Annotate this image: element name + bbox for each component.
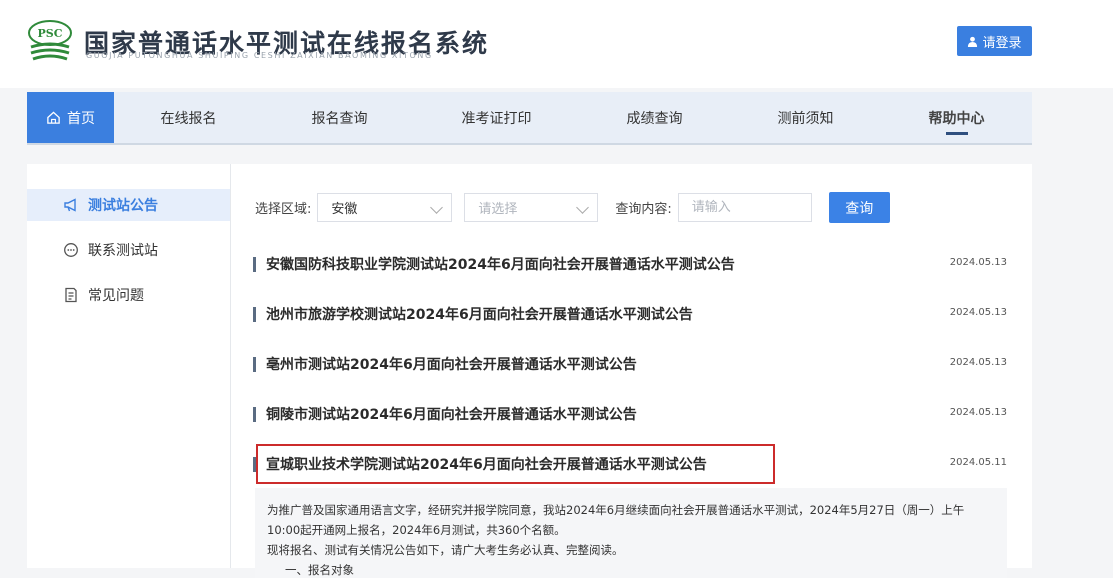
- login-label: 请登录: [982, 35, 1022, 51]
- city-select-placeholder: 请选择: [478, 202, 518, 217]
- highlight-box: [256, 444, 775, 484]
- notice-date: 2024.05.11: [949, 457, 1007, 468]
- chevron-down-icon: [430, 201, 444, 214]
- sidebar-item-label: 测试站公告: [88, 198, 158, 214]
- notice-item[interactable]: 亳州市测试站2024年6月面向社会开展普通话水平测试公告 2024.05.13: [253, 350, 1007, 380]
- chat-icon: [63, 242, 79, 258]
- megaphone-icon: [63, 197, 79, 213]
- query-input[interactable]: [677, 193, 812, 222]
- nav-score-query[interactable]: 成绩查询: [603, 92, 706, 143]
- region-label: 选择区域:: [255, 202, 312, 217]
- document-icon: [63, 287, 79, 303]
- notice-item[interactable]: 铜陵市测试站2024年6月面向社会开展普通话水平测试公告 2024.05.13: [253, 400, 1007, 430]
- svg-text:PSC: PSC: [38, 27, 63, 40]
- notice-detail: 为推广普及国家通用语言文字，经研究并报学院同意，我站2024年6月继续面向社会开…: [255, 488, 1007, 578]
- notice-item[interactable]: 安徽国防科技职业学院测试站2024年6月面向社会开展普通话水平测试公告 2024…: [253, 250, 1007, 280]
- login-button[interactable]: 请登录: [957, 26, 1032, 56]
- nav-online-registration[interactable]: 在线报名: [137, 92, 240, 143]
- sidebar-item-faq[interactable]: 常见问题: [27, 279, 230, 311]
- detail-line: 为推广普及国家通用语言文字，经研究并报学院同意，我站2024年6月继续面向社会开…: [267, 503, 965, 517]
- nav-registration-query[interactable]: 报名查询: [288, 92, 391, 143]
- notice-title: 铜陵市测试站2024年6月面向社会开展普通话水平测试公告: [266, 407, 637, 423]
- notice-item[interactable]: 池州市旅游学校测试站2024年6月面向社会开展普通话水平测试公告 2024.05…: [253, 300, 1007, 330]
- content-card: 测试站公告 联系测试站 常见问题 选择区域: 安徽 请选择 查询内容: 查询: [27, 164, 1032, 578]
- main-nav: 首页 在线报名 报名查询 准考证打印 成绩查询 测前须知 帮助中心: [27, 92, 1032, 145]
- notice-bar: [253, 257, 256, 272]
- city-select[interactable]: 请选择: [464, 193, 599, 222]
- sidebar-item-label: 联系测试站: [88, 243, 158, 259]
- nav-admission-ticket[interactable]: 准考证打印: [445, 92, 548, 143]
- sidebar-item-contact[interactable]: 联系测试站: [27, 234, 230, 266]
- detail-line: 一、报名对象: [285, 563, 354, 577]
- notice-title: 池州市旅游学校测试站2024年6月面向社会开展普通话水平测试公告: [266, 307, 693, 323]
- notice-bar: [253, 357, 256, 372]
- sidebar-item-announcements[interactable]: 测试站公告: [27, 189, 230, 221]
- detail-line: 10:00起开通网上报名，2024年6月测试，共360个名额。: [267, 523, 566, 537]
- query-label: 查询内容:: [615, 202, 672, 217]
- notice-title: 安徽国防科技职业学院测试站2024年6月面向社会开展普通话水平测试公告: [266, 257, 735, 273]
- nav-help-center[interactable]: 帮助中心: [905, 92, 1008, 143]
- nav-home-label: 首页: [67, 110, 95, 127]
- chevron-down-icon: [576, 201, 590, 214]
- notice-date: 2024.05.13: [949, 307, 1007, 318]
- user-icon: [968, 36, 978, 47]
- sidebar: 测试站公告 联系测试站 常见问题: [27, 164, 231, 568]
- query-button[interactable]: 查询: [828, 192, 890, 223]
- filter-bar: 选择区域: 安徽 请选择 查询内容: 查询: [255, 192, 890, 223]
- site-header: PSC 国家普通话水平测试在线报名系统 GUOJIA PUTONGHUA SHU…: [0, 0, 1113, 88]
- region-select-value: 安徽: [331, 202, 358, 217]
- nav-home[interactable]: 首页: [27, 92, 114, 143]
- sidebar-item-label: 常见问题: [88, 288, 144, 304]
- site-subtitle: GUOJIA PUTONGHUA SHUIPING CESHI ZAIXIAN …: [86, 51, 433, 60]
- detail-line: 现将报名、测试有关情况公告如下，请广大考生务必认真、完整阅读。: [267, 543, 624, 557]
- notice-date: 2024.05.13: [949, 407, 1007, 418]
- notice-date: 2024.05.13: [949, 357, 1007, 368]
- notice-bar: [253, 407, 256, 422]
- nav-test-notes[interactable]: 测前须知: [754, 92, 857, 143]
- region-select[interactable]: 安徽: [317, 193, 453, 222]
- notice-title: 亳州市测试站2024年6月面向社会开展普通话水平测试公告: [266, 357, 637, 373]
- notice-date: 2024.05.13: [949, 257, 1007, 268]
- home-icon: [47, 111, 60, 124]
- notice-bar: [253, 307, 256, 322]
- psc-logo[interactable]: PSC: [27, 19, 73, 65]
